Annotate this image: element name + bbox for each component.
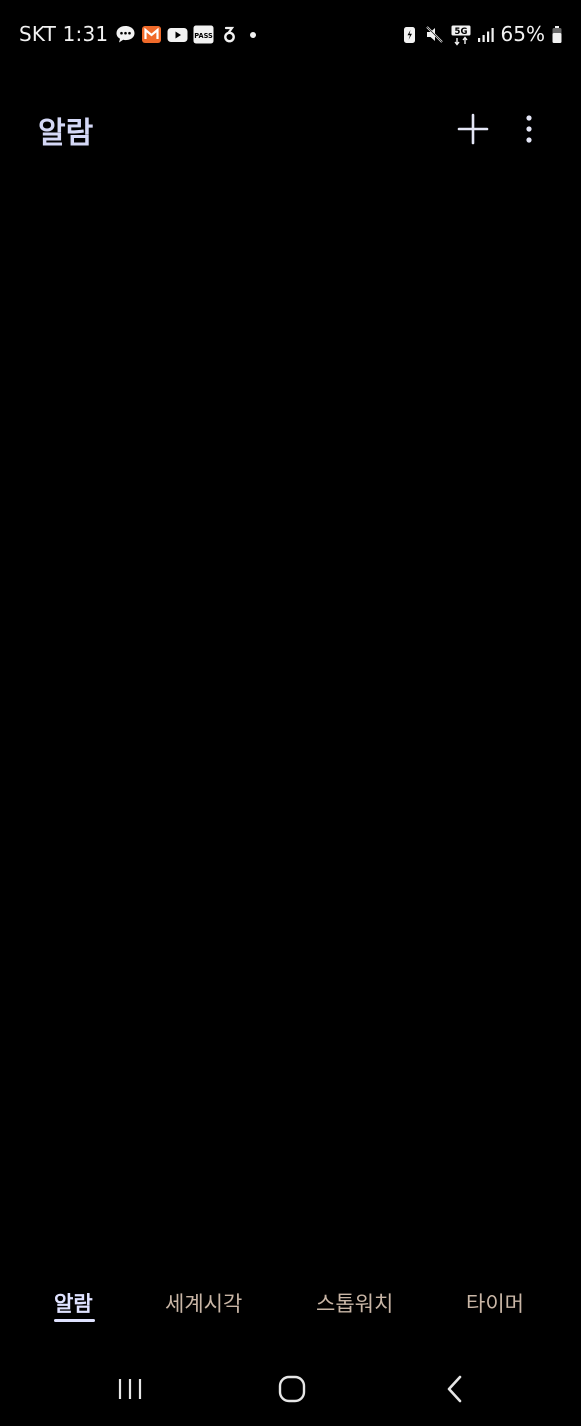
chat-bubble-icon xyxy=(115,24,136,45)
more-options-button[interactable] xyxy=(507,106,551,152)
battery-percentage: 65% xyxy=(500,22,545,46)
youtube-icon xyxy=(167,24,188,45)
mail-app-icon xyxy=(141,24,162,45)
status-left-group: SKT 1:31 PASS xyxy=(19,20,261,48)
tab-timer[interactable]: 타이머 xyxy=(466,1288,524,1318)
status-right-group: 5G 65% xyxy=(401,20,563,48)
system-navigation-bar xyxy=(0,1355,581,1426)
plus-icon xyxy=(457,113,489,145)
pass-app-icon: PASS xyxy=(193,24,214,45)
mute-icon xyxy=(424,24,445,45)
network-label: 5G xyxy=(454,27,467,37)
battery-icon xyxy=(551,24,563,45)
more-dot-icon xyxy=(245,24,261,45)
status-bar: SKT 1:31 PASS 5G 65% xyxy=(0,0,581,68)
app-notification-icon xyxy=(219,24,240,45)
pass-label: PASS xyxy=(195,32,214,40)
app-header: 알람 xyxy=(0,100,581,160)
tab-world-clock[interactable]: 세계시각 xyxy=(165,1288,242,1318)
add-alarm-button[interactable] xyxy=(451,106,495,152)
alarm-list-area xyxy=(0,170,581,1260)
bottom-tab-bar: 알람 세계시각 스톱워치 타이머 xyxy=(0,1280,581,1330)
tab-alarm[interactable]: 알람 xyxy=(54,1288,93,1318)
carrier-time-label: SKT 1:31 xyxy=(19,22,109,46)
5g-network-icon: 5G xyxy=(451,24,471,46)
active-tab-indicator xyxy=(54,1319,95,1322)
battery-saver-icon xyxy=(401,24,418,45)
home-button[interactable] xyxy=(268,1369,316,1409)
tab-stopwatch[interactable]: 스톱워치 xyxy=(316,1288,393,1318)
back-button[interactable] xyxy=(431,1369,479,1409)
more-vertical-icon xyxy=(526,115,532,143)
page-title: 알람 xyxy=(38,116,94,151)
signal-strength-icon xyxy=(477,24,495,45)
recent-apps-icon xyxy=(118,1379,142,1399)
back-arrow-icon xyxy=(447,1375,462,1403)
recent-apps-button[interactable] xyxy=(106,1369,154,1409)
home-icon xyxy=(278,1375,306,1403)
